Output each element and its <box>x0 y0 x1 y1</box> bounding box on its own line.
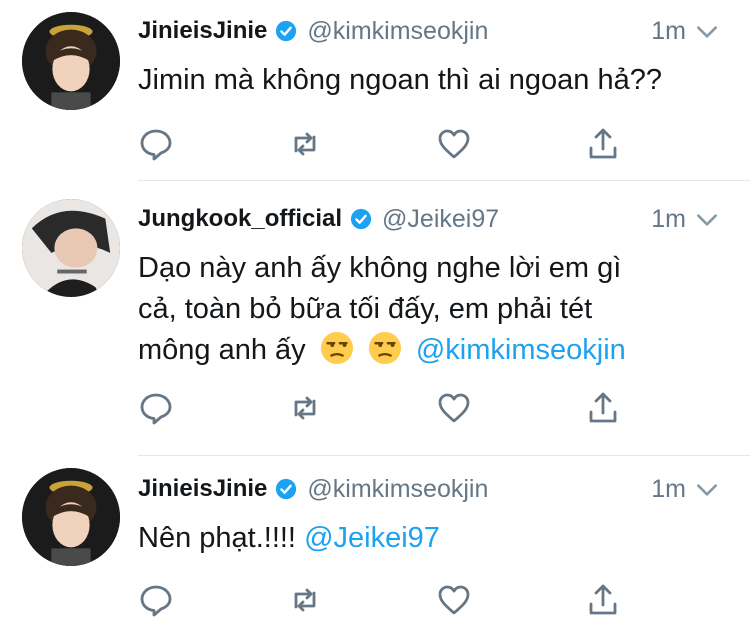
username-handle[interactable]: @Jeikei97 <box>382 205 499 234</box>
like-icon <box>438 393 470 423</box>
reply-button[interactable] <box>136 124 176 164</box>
tweet[interactable]: Jungkook_official @Jeikei97 1m Dạo này a… <box>0 181 750 455</box>
retweet-icon <box>294 132 316 156</box>
display-name[interactable]: Jungkook_official <box>138 205 342 233</box>
avatar-image <box>22 468 120 566</box>
unamused-face-emoji <box>368 331 402 365</box>
avatar[interactable] <box>22 468 120 566</box>
retweet-button[interactable] <box>285 580 325 620</box>
display-name[interactable]: JinieisJinie <box>138 475 267 503</box>
reply-button[interactable] <box>136 388 176 428</box>
share-icon <box>589 128 617 159</box>
retweet-icon <box>294 588 316 612</box>
avatar-image <box>22 199 120 297</box>
mention-link[interactable]: @Jeikei97 <box>304 522 440 554</box>
tweet[interactable]: JinieisJinie @kimkimseokjin 1m Jimin mà … <box>0 0 750 180</box>
tweet-actions <box>0 580 750 620</box>
timestamp[interactable]: 1m <box>651 205 686 234</box>
tweet-text-line: cả, toàn bỏ bữa tối đấy, em phải tét <box>138 293 593 325</box>
tweet-text-content: Jimin mà không ngoan thì ai ngoan hả?? <box>138 64 662 96</box>
verified-badge-icon <box>275 20 297 42</box>
tweet[interactable]: JinieisJinie @kimkimseokjin 1m Nên phạt.… <box>0 456 750 624</box>
timestamp[interactable]: 1m <box>651 17 686 46</box>
like-button[interactable] <box>434 124 474 164</box>
tweet-text: Dạo này anh ấy không nghe lời em gì cả, … <box>138 248 728 371</box>
reply-icon <box>140 129 172 161</box>
display-name[interactable]: JinieisJinie <box>138 17 267 45</box>
share-icon <box>589 584 617 615</box>
username-handle[interactable]: @kimkimseokjin <box>307 475 488 504</box>
retweet-button[interactable] <box>285 124 325 164</box>
tweet-header: Jungkook_official @Jeikei97 <box>138 202 499 236</box>
tweet-header: JinieisJinie @kimkimseokjin <box>138 472 488 506</box>
reply-icon <box>140 585 172 617</box>
like-icon <box>438 129 470 159</box>
share-button[interactable] <box>583 388 623 428</box>
verified-badge-icon <box>275 478 297 500</box>
avatar[interactable] <box>22 12 120 110</box>
avatar-image <box>22 12 120 110</box>
tweet-actions <box>0 124 750 164</box>
retweet-button[interactable] <box>285 388 325 428</box>
chevron-down-icon[interactable] <box>694 477 720 503</box>
chevron-down-icon[interactable] <box>694 207 720 233</box>
tweet-text: Jimin mà không ngoan thì ai ngoan hả?? <box>138 60 728 101</box>
tweet-header: JinieisJinie @kimkimseokjin <box>138 14 488 48</box>
like-icon <box>438 585 470 615</box>
timestamp[interactable]: 1m <box>651 475 686 504</box>
username-handle[interactable]: @kimkimseokjin <box>307 17 488 46</box>
reply-icon <box>140 393 172 425</box>
chevron-down-icon[interactable] <box>694 19 720 45</box>
share-button[interactable] <box>583 580 623 620</box>
tweet-text-line: mông anh ấy 😒 😒 @kimkimseokjin <box>138 330 728 371</box>
verified-badge-icon <box>350 208 372 230</box>
like-button[interactable] <box>434 580 474 620</box>
like-button[interactable] <box>434 388 474 428</box>
mention-link[interactable]: @kimkimseokjin <box>416 334 626 366</box>
share-button[interactable] <box>583 124 623 164</box>
retweet-icon <box>294 396 316 420</box>
reply-button[interactable] <box>136 580 176 620</box>
share-icon <box>589 392 617 423</box>
tweet-actions <box>0 388 750 428</box>
unamused-face-emoji <box>320 331 354 365</box>
avatar[interactable] <box>22 199 120 297</box>
tweet-text-content: Nên phạt.!!!! <box>138 522 296 554</box>
tweet-text-content: mông anh ấy <box>138 334 306 366</box>
tweet-text-line: Dạo này anh ấy không nghe lời em gì <box>138 252 622 284</box>
tweet-text: Nên phạt.!!!! @Jeikei97 <box>138 518 728 559</box>
